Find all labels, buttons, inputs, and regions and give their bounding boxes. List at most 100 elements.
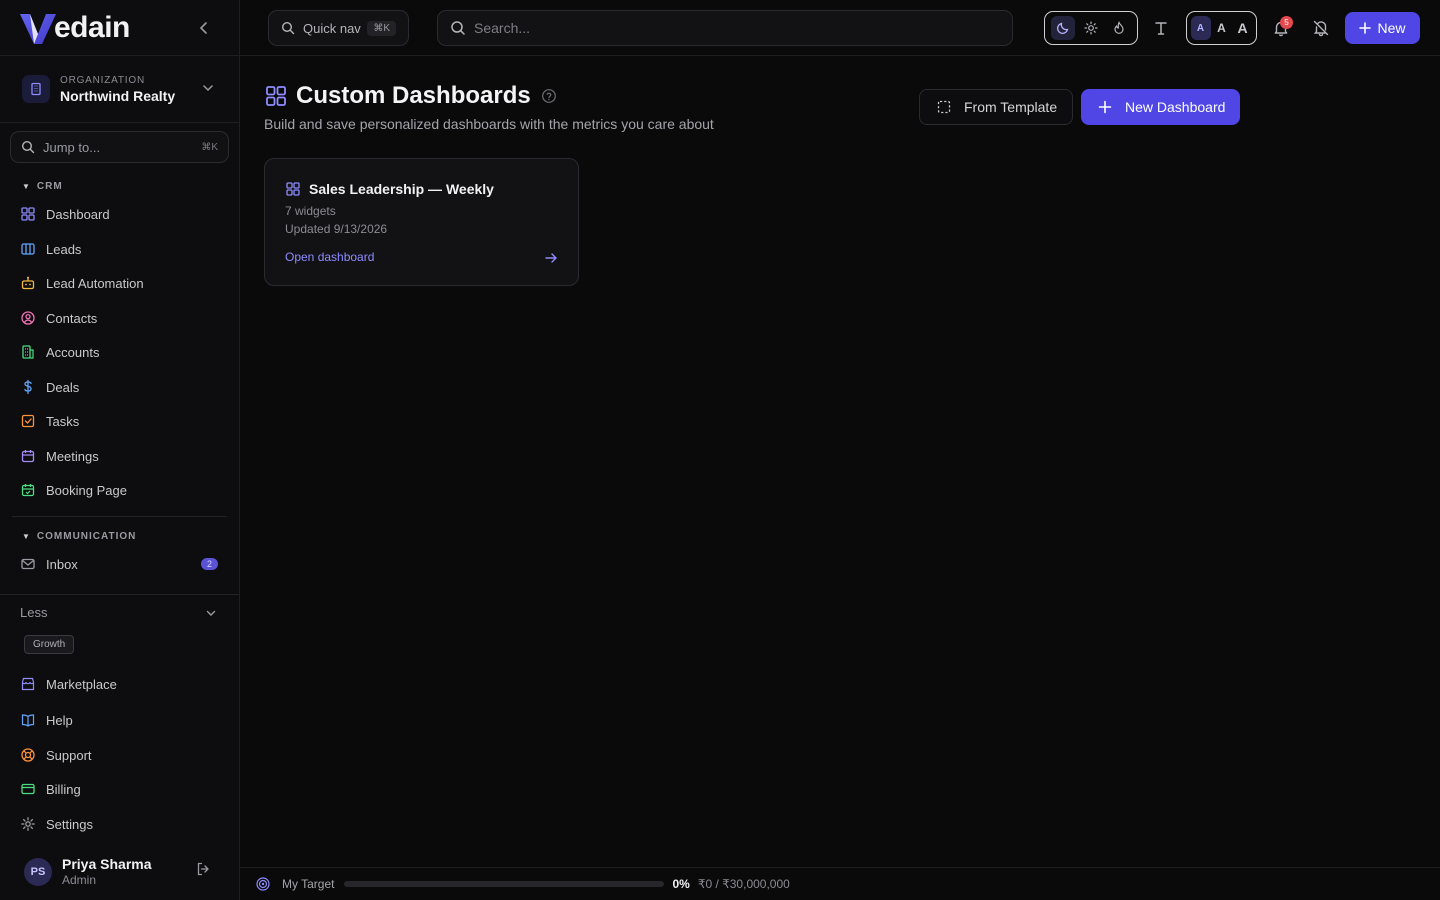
sidebar-item-booking-page[interactable]: Booking Page: [20, 476, 220, 504]
search-input[interactable]: [474, 20, 1000, 36]
new-button-label: New: [1377, 20, 1406, 36]
show-less-label: Less: [20, 605, 48, 620]
sidebar-item-label: Contacts: [46, 310, 98, 326]
show-less-toggle[interactable]: Less: [0, 594, 239, 630]
sidebar-item-label: Dashboard: [46, 206, 110, 222]
quick-nav-button[interactable]: Quick nav ⌘K: [268, 10, 409, 46]
global-search[interactable]: [437, 10, 1013, 46]
book-icon: [21, 714, 35, 727]
font-size-small-button[interactable]: A: [1190, 16, 1211, 40]
caret-down-icon: ▼: [22, 182, 31, 191]
sidebar-item-lead-automation[interactable]: Lead Automation: [20, 269, 220, 297]
user-circle-icon: [21, 311, 35, 325]
chevron-down-icon: [206, 610, 216, 616]
sidebar-item-label: Accounts: [46, 344, 100, 360]
target-amount: ₹0 / ₹30,000,000: [697, 877, 790, 891]
sidebar-item-support[interactable]: Support: [20, 741, 220, 769]
flame-icon: [1114, 21, 1124, 34]
card-icon: [21, 783, 35, 795]
theme-switcher: [1044, 11, 1138, 45]
bot-icon: [21, 276, 35, 290]
moon-icon: [1056, 22, 1069, 35]
sidebar-divider: [12, 516, 227, 517]
sidebar-item-marketplace[interactable]: Marketplace: [20, 670, 220, 698]
plan-tag: Growth: [24, 635, 75, 654]
chevron-down-icon: [203, 85, 213, 92]
quick-nav-label: Quick nav: [303, 20, 361, 36]
sidebar-item-label: Leads: [46, 241, 82, 257]
user-role: Admin: [62, 873, 97, 887]
logout-icon[interactable]: [195, 861, 211, 877]
page-subtitle: Build and save personalized dashboards w…: [264, 116, 714, 132]
new-button[interactable]: New: [1345, 12, 1420, 44]
user-profile[interactable]: PS Priya Sharma Admin: [0, 843, 239, 900]
mail-icon: [21, 558, 35, 570]
grid-icon: [266, 86, 286, 106]
sidebar-item-settings[interactable]: Settings: [20, 810, 220, 838]
dark-theme-button[interactable]: [1051, 16, 1075, 40]
sidebar-item-inbox[interactable]: Inbox 2: [20, 550, 220, 578]
grid-icon: [21, 207, 35, 221]
search-icon: [451, 21, 465, 35]
avatar: PS: [24, 857, 52, 886]
section-communication-toggle[interactable]: ▼ COMMUNICATION: [22, 531, 136, 542]
sidebar-item-label: Meetings: [46, 448, 99, 464]
font-size-switcher: A A A: [1186, 11, 1257, 45]
grid-icon: [286, 182, 300, 196]
font-size-medium-button[interactable]: A: [1212, 16, 1232, 40]
dashboard-card[interactable]: Sales Leadership — Weekly 7 widgets Upda…: [264, 158, 579, 286]
sidebar-item-dashboard[interactable]: Dashboard: [20, 200, 220, 228]
sidebar-item-label: Settings: [46, 816, 93, 832]
collapse-sidebar-icon[interactable]: [195, 19, 213, 37]
target-percent: 0%: [672, 877, 690, 891]
section-crm-label: CRM: [36, 181, 63, 192]
from-template-button[interactable]: From Template: [919, 89, 1073, 125]
page-title: Custom Dashboards: [296, 82, 531, 109]
caret-down-icon: ▼: [22, 532, 31, 541]
open-dashboard-link[interactable]: Open dashboard: [285, 250, 374, 264]
arrow-right-icon[interactable]: [544, 251, 558, 265]
jump-to-shortcut: ⌘K: [201, 141, 218, 153]
sidebar-item-billing[interactable]: Billing: [20, 775, 220, 803]
section-crm-toggle[interactable]: ▼ CRM: [22, 181, 63, 192]
warm-theme-button[interactable]: [1107, 16, 1131, 40]
main-content: Custom Dashboards Build and save persona…: [240, 57, 1440, 867]
font-type-icon[interactable]: [1152, 19, 1170, 37]
sidebar-item-label: Inbox: [46, 556, 78, 572]
from-template-label: From Template: [964, 99, 1058, 115]
sidebar-item-help[interactable]: Help: [20, 706, 220, 734]
help-circle-icon[interactable]: [541, 88, 557, 104]
columns-icon: [21, 243, 35, 255]
lifebuoy-icon: [21, 748, 35, 762]
jump-to-input[interactable]: Jump to... ⌘K: [10, 131, 229, 163]
organization-switcher[interactable]: ORGANIZATION Northwind Realty: [0, 56, 239, 123]
search-icon: [21, 140, 35, 154]
calendar-check-icon: [21, 484, 35, 497]
light-theme-button[interactable]: [1079, 16, 1103, 40]
store-icon: [21, 677, 35, 691]
inbox-count-badge: 2: [200, 558, 218, 570]
sidebar-item-deals[interactable]: Deals: [20, 373, 220, 401]
dashboard-card-title: Sales Leadership — Weekly: [309, 181, 494, 197]
font-size-large-button[interactable]: A: [1233, 16, 1253, 40]
building-icon: [22, 345, 34, 359]
sidebar-item-tasks[interactable]: Tasks: [20, 407, 220, 435]
vedain-logo-icon: [20, 13, 56, 44]
new-dashboard-button[interactable]: New Dashboard: [1081, 89, 1240, 125]
brand: edain: [0, 0, 239, 56]
checkbox-icon: [21, 414, 35, 428]
sidebar-item-accounts[interactable]: Accounts: [20, 338, 220, 366]
jump-to-placeholder: Jump to...: [43, 139, 101, 155]
page-header: Custom Dashboards: [264, 82, 557, 110]
sidebar-item-contacts[interactable]: Contacts: [20, 304, 220, 332]
sidebar-item-meetings[interactable]: Meetings: [20, 442, 220, 470]
dollar-icon: [24, 379, 32, 395]
user-name: Priya Sharma: [62, 856, 152, 872]
calendar-icon: [21, 450, 35, 463]
bell-off-icon[interactable]: [1312, 19, 1330, 37]
sidebar-item-leads[interactable]: Leads: [20, 235, 220, 263]
section-communication-label: COMMUNICATION: [36, 531, 137, 542]
organization-label: ORGANIZATION: [60, 74, 145, 86]
target-bar: My Target 0% ₹0 / ₹30,000,000: [240, 867, 1440, 900]
sidebar-item-label: Deals: [46, 379, 80, 395]
